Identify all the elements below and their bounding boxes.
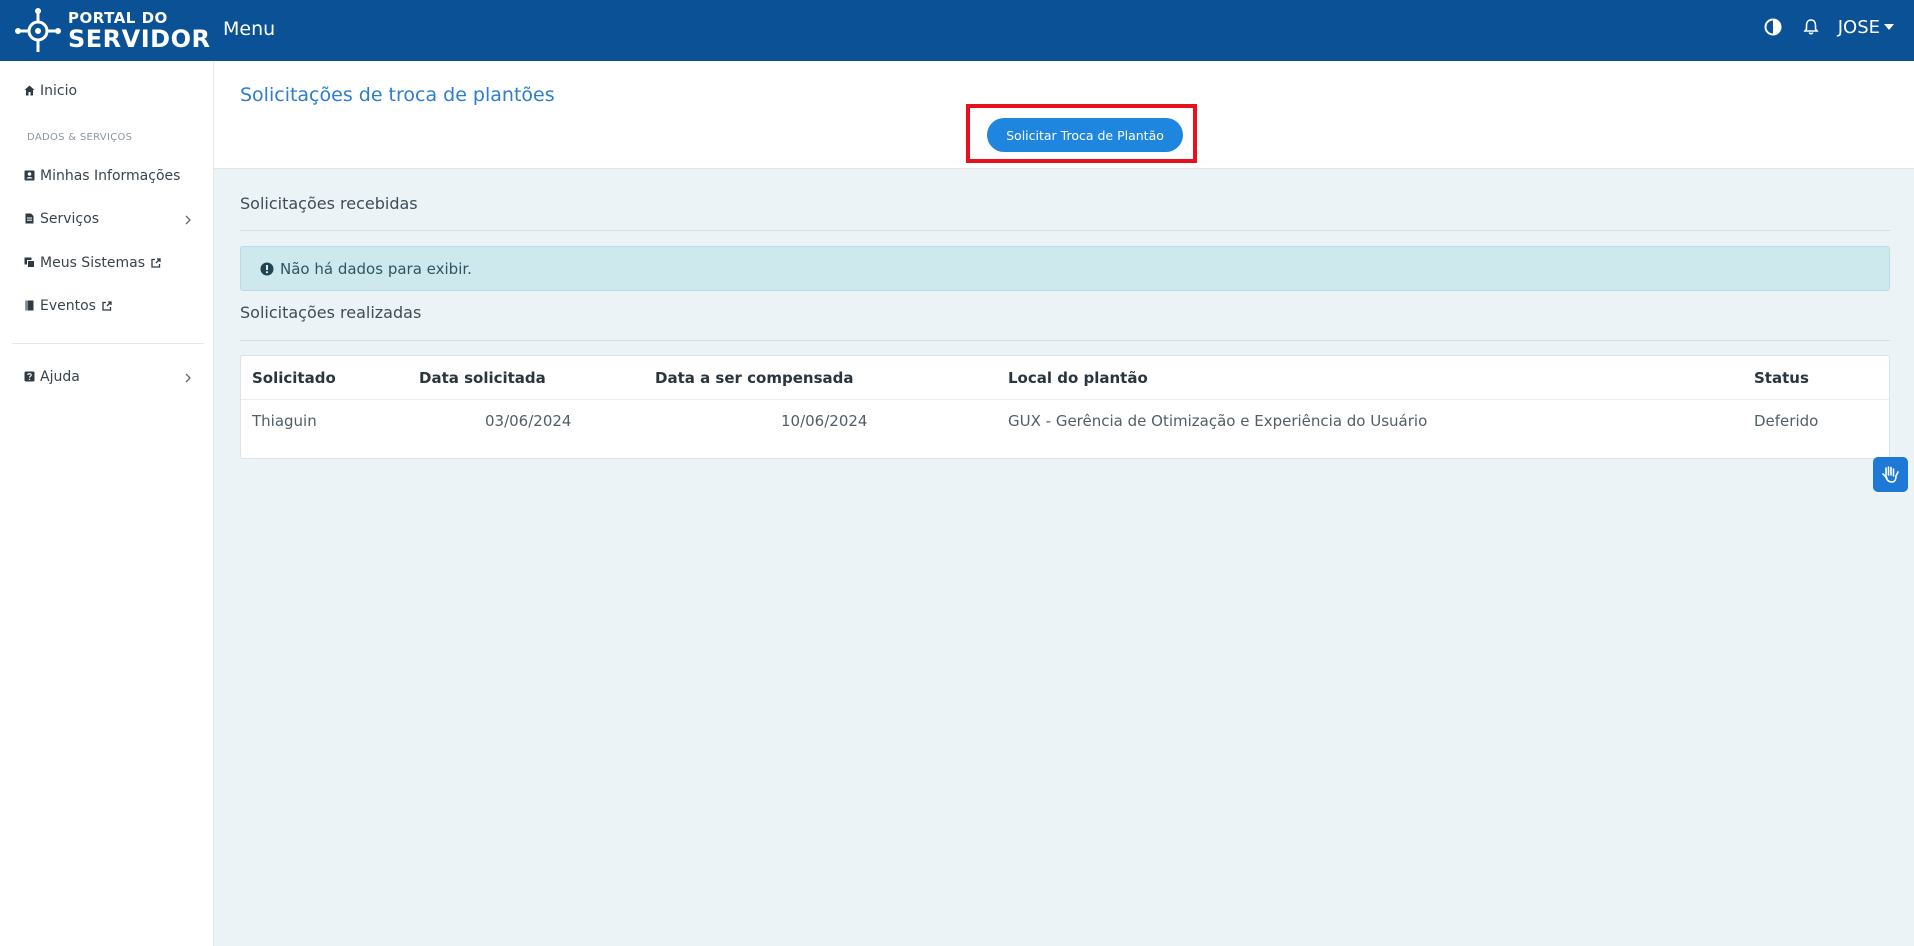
- section-divider: [240, 230, 1890, 231]
- cell-local: GUX - Gerência de Otimização e Experiênc…: [1008, 412, 1428, 430]
- empty-state-alert: Não há dados para exibir.: [240, 246, 1890, 291]
- sidebar-item-label: Minhas Informações: [40, 168, 181, 184]
- sidebar-divider: [12, 343, 204, 344]
- top-navbar: PORTAL DO SERVIDOR Menu JOSE: [0, 0, 1914, 61]
- sidebar-section-label: DADOS & SERVIÇOS: [27, 132, 133, 143]
- logo-emblem-icon: [15, 8, 61, 52]
- contrast-toggle-icon[interactable]: [1762, 16, 1784, 38]
- logo-line-1: PORTAL DO: [68, 9, 168, 27]
- table-header-divider: [241, 399, 1889, 400]
- cell-status: Deferido: [1754, 412, 1819, 430]
- column-header-data-solicitada[interactable]: Data solicitada: [419, 369, 546, 387]
- chevron-right-icon: [185, 215, 191, 225]
- exclamation-circle-icon: [260, 262, 274, 275]
- column-header-data-compensada[interactable]: Data a ser compensada: [655, 369, 853, 387]
- column-header-status[interactable]: Status: [1754, 369, 1809, 387]
- sidebar-item-label: Ajuda: [40, 369, 80, 385]
- cell-data-solicitada: 03/06/2024: [485, 412, 572, 430]
- external-link-icon: [102, 301, 112, 311]
- user-name: JOSE: [1837, 16, 1880, 38]
- copy-icon: [24, 257, 36, 269]
- sign-language-hands-icon: [1881, 465, 1899, 483]
- sidebar-item-minhas-informacoes[interactable]: Minhas Informações: [24, 168, 180, 184]
- sidebar-item-servicos[interactable]: Serviços: [24, 211, 194, 227]
- book-icon: [24, 300, 36, 312]
- requests-table: Solicitado Data solicitada Data a ser co…: [240, 355, 1890, 459]
- document-icon: [24, 213, 36, 225]
- notification-bell-icon[interactable]: [1800, 16, 1822, 38]
- sidebar-item-label: Serviços: [40, 211, 99, 227]
- sidebar-item-meus-sistemas[interactable]: Meus Sistemas: [24, 255, 161, 271]
- id-card-icon: [24, 170, 36, 182]
- external-link-icon: [151, 258, 161, 268]
- caret-down-icon: [1884, 24, 1894, 30]
- question-icon: [24, 371, 36, 383]
- empty-state-message: Não há dados para exibir.: [280, 259, 472, 278]
- vlibras-accessibility-button[interactable]: [1873, 457, 1908, 492]
- sidebar-item-label: Eventos: [40, 298, 96, 314]
- sidebar-item-label: Meus Sistemas: [40, 255, 145, 271]
- cell-data-compensada: 10/06/2024: [781, 412, 868, 430]
- sidebar: Inicio DADOS & SERVIÇOS Minhas Informaçõ…: [0, 61, 214, 946]
- portal-logo[interactable]: PORTAL DO SERVIDOR: [14, 6, 210, 56]
- received-requests-title: Solicitações recebidas: [240, 194, 418, 213]
- home-icon: [24, 85, 36, 97]
- sidebar-item-label: Inicio: [40, 83, 78, 99]
- cell-solicitado: Thiaguin: [252, 412, 317, 430]
- highlight-annotation: [966, 104, 1197, 163]
- made-requests-title: Solicitações realizadas: [240, 303, 422, 322]
- page-title: Solicitações de troca de plantões: [240, 84, 555, 106]
- sidebar-item-ajuda[interactable]: Ajuda: [24, 369, 80, 385]
- chevron-right-icon: [185, 373, 191, 383]
- logo-line-2: SERVIDOR: [68, 25, 211, 53]
- column-header-solicitado[interactable]: Solicitado: [252, 369, 336, 387]
- section-divider: [240, 340, 1890, 341]
- column-header-local[interactable]: Local do plantão: [1008, 369, 1148, 387]
- sidebar-item-inicio[interactable]: Inicio: [24, 83, 77, 99]
- sidebar-item-eventos[interactable]: Eventos: [24, 298, 112, 314]
- menu-toggle[interactable]: Menu: [223, 18, 275, 40]
- user-menu[interactable]: JOSE: [1838, 17, 1894, 38]
